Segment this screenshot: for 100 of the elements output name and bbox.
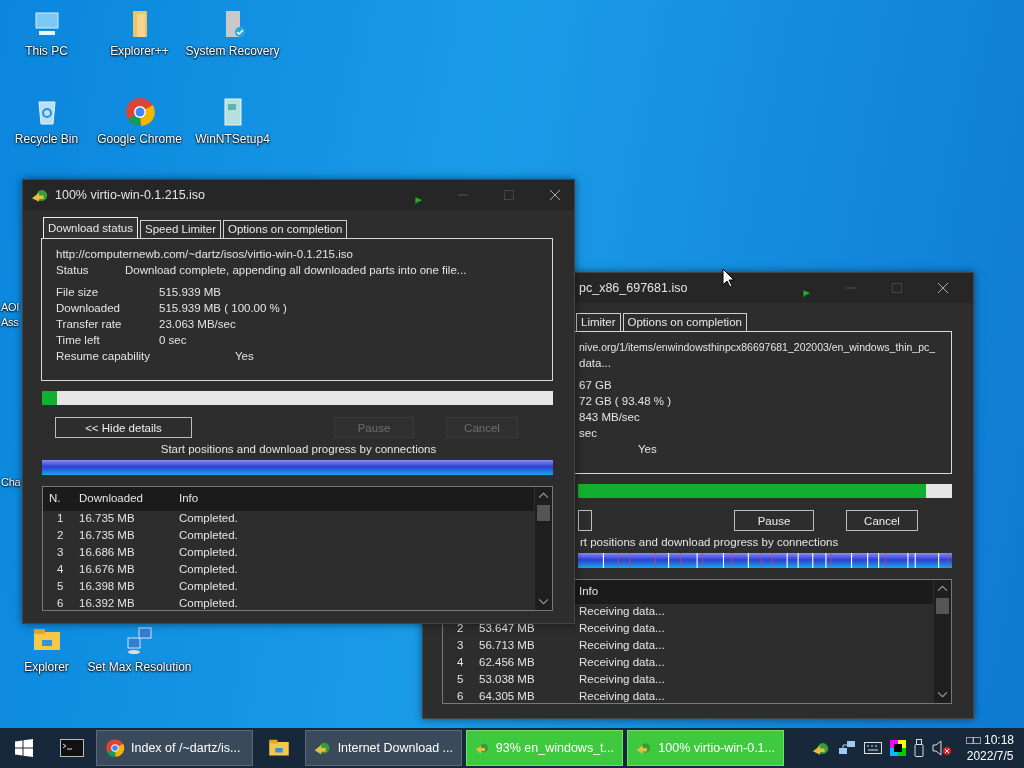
column-header[interactable]: Info (179, 492, 199, 504)
table-cell: 4 (457, 656, 464, 668)
field-label: Time left (56, 334, 101, 346)
scrollbar-thumb[interactable] (537, 505, 550, 521)
taskbar-button[interactable]: Internet Download ... (305, 730, 462, 766)
table-cell: Completed. (179, 512, 238, 524)
table-cell: 64.305 MB (479, 690, 535, 702)
scroll-up-icon[interactable] (937, 585, 948, 592)
field-value: Yes (235, 350, 254, 362)
icon-label: AOI (1, 300, 20, 315)
table-cell: 16.398 MB (79, 580, 135, 592)
table-cell: Receiving data... (579, 673, 665, 685)
speaker-muted-icon[interactable] (932, 740, 953, 756)
table-cell: Completed. (179, 580, 238, 592)
scroll-up-icon[interactable] (538, 492, 549, 499)
scrollbar[interactable] (535, 487, 552, 610)
field-value: 0 sec (159, 334, 187, 346)
table-cell: 3 (57, 546, 64, 558)
icon-label: Explorer (24, 660, 69, 675)
dialog-button[interactable]: << Hide details (55, 417, 192, 438)
table-cell: 6 (57, 597, 64, 609)
table-cell: 16.735 MB (79, 512, 135, 524)
close-icon[interactable] (937, 282, 949, 294)
tab[interactable]: Speed Limiter (140, 220, 221, 238)
tab[interactable]: Options on completion (622, 313, 747, 331)
table-cell: 4 (57, 563, 64, 575)
clock-time[interactable]: □□ 10:18 (966, 732, 1014, 748)
table-cell: Completed. (179, 597, 238, 609)
table-cell: Receiving data... (579, 656, 665, 668)
window-title: 100% virtio-win-0.1.215.iso (55, 188, 207, 202)
dialog-button[interactable]: Cancel (846, 510, 918, 531)
icon-label: Cha (1, 475, 21, 490)
field-value: Yes (638, 443, 657, 455)
field-value: 23.063 MB/sec (159, 318, 236, 330)
network-icon[interactable] (838, 740, 857, 756)
globe-arrow-icon (31, 187, 49, 203)
dialog-button[interactable] (578, 510, 592, 531)
usb-icon[interactable] (914, 739, 925, 757)
scrollbar-thumb[interactable] (936, 598, 949, 614)
table-cell: Completed. (179, 563, 238, 575)
icon-label: Google Chrome (97, 132, 182, 147)
field-label: Transfer rate (56, 318, 123, 330)
icon-label: System Recovery (185, 44, 280, 59)
dialog-button[interactable]: Pause (734, 510, 814, 531)
globe-arrow-icon[interactable] (812, 740, 831, 756)
browser-icon[interactable] (123, 96, 156, 128)
table-cell: 5 (457, 673, 464, 685)
icon-label: Explorer++ (110, 44, 169, 59)
table-cell: 3 (457, 639, 464, 651)
field-label: Downloaded (56, 302, 121, 314)
icon-label: Recycle Bin (14, 132, 79, 147)
window-title: pc_x86_697681.iso (579, 281, 689, 295)
status-text: data... (579, 357, 611, 369)
table-cell: 5 (57, 580, 64, 592)
icon-label: WinNTSetup4 (195, 132, 270, 147)
table-cell: 2 (457, 622, 464, 634)
icon-label: Set Max Resolution (87, 660, 192, 675)
clock-date[interactable]: 2022/7/5 (966, 748, 1014, 764)
table-cell: 16.392 MB (79, 597, 135, 609)
caption-text: Start positions and download progress by connections (160, 443, 437, 455)
column-header[interactable]: N. (49, 492, 61, 504)
table-cell: 2 (57, 529, 64, 541)
scroll-down-icon[interactable] (538, 598, 549, 605)
close-icon[interactable] (549, 189, 561, 201)
keyboard-icon[interactable] (864, 742, 883, 754)
column-header[interactable]: Info (579, 585, 599, 597)
field-label: Resume capability (56, 350, 151, 362)
field-label: Status (56, 264, 90, 276)
mouse-pointer-icon (722, 268, 734, 288)
table-cell: 16.735 MB (79, 529, 135, 541)
table-cell: Receiving data... (579, 639, 665, 651)
tab[interactable]: Options on completion (223, 220, 348, 238)
icon-label: This PC (25, 44, 68, 59)
table-cell: 62.456 MB (479, 656, 535, 668)
column-header[interactable]: Downloaded (79, 492, 143, 504)
table-cell: 16.686 MB (79, 546, 135, 558)
table-cell: Receiving data... (579, 690, 665, 702)
caption-text: rt positions and download progress by connections (580, 536, 839, 548)
color-palette-icon[interactable] (890, 740, 907, 756)
table-cell: Receiving data... (579, 622, 665, 634)
field-value: 843 MB/sec (579, 411, 640, 423)
tab[interactable]: Limiter (576, 313, 621, 331)
field-label: File size (56, 286, 100, 298)
url-text: http://computernewb.com/~dartz/isos/virtio-win-0.1.215.iso (56, 248, 353, 260)
field-value: 515.939 MB ( 100.00 % ) (159, 302, 287, 314)
taskbar-button[interactable]: Index of /~dartz/is... (96, 730, 253, 766)
table-cell: 6 (457, 690, 464, 702)
table-cell: 53.038 MB (479, 673, 535, 685)
browser-icon (105, 738, 125, 758)
flag-icon (415, 197, 423, 205)
status-text: Download complete, appending all downloaded parts into one file... (125, 264, 467, 276)
field-value: 515.939 MB (159, 286, 221, 298)
scrollbar[interactable] (934, 580, 951, 703)
flag-icon (803, 290, 811, 298)
tab[interactable]: Download status (43, 217, 139, 238)
table-cell: 56.713 MB (479, 639, 535, 651)
field-value: sec (579, 427, 597, 439)
scroll-down-icon[interactable] (937, 691, 948, 698)
field-value: 67 GB (579, 379, 612, 391)
table-cell: Completed. (179, 546, 238, 558)
